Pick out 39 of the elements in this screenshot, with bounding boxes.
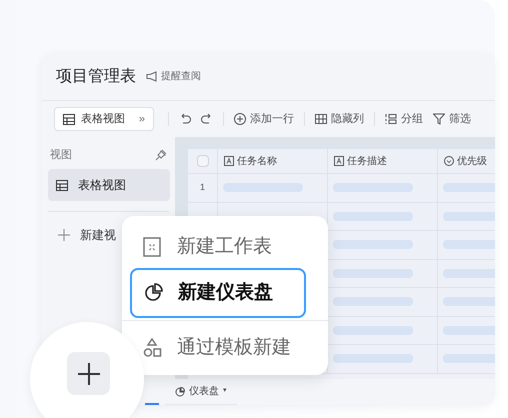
table-icon — [63, 114, 75, 124]
plus-icon — [78, 362, 100, 384]
view-button[interactable]: 表格视图 » — [54, 107, 154, 131]
sheet-icon — [143, 237, 163, 257]
text-field-icon — [334, 156, 344, 166]
menu-item[interactable]: 新建工作表 — [143, 232, 306, 262]
redo-icon[interactable] — [201, 113, 213, 125]
menu-item[interactable]: 通过模板新建 — [143, 333, 306, 363]
table-icon — [56, 180, 68, 190]
group-icon — [385, 113, 397, 125]
filter-icon — [433, 113, 445, 125]
select-all-checkbox[interactable] — [196, 155, 208, 167]
hide-button[interactable]: 隐藏列 — [315, 110, 364, 128]
undo-icon[interactable] — [179, 113, 191, 125]
sidebar-item[interactable]: 表格视图 — [48, 169, 170, 201]
chevron-circle-icon — [444, 156, 454, 166]
column-header[interactable]: 任务名称 — [218, 149, 328, 173]
sidebar-heading: 视图 — [50, 148, 72, 163]
column-header[interactable]: 任务描述 — [328, 149, 438, 173]
pie-chart-icon — [144, 283, 164, 303]
window-title: 项目管理表 — [56, 66, 136, 86]
plus-circle-icon — [234, 113, 246, 125]
text-field-icon — [224, 156, 234, 166]
new-view-link[interactable]: 新建视 — [80, 226, 116, 244]
row-number: 1 — [200, 181, 205, 194]
filter-button[interactable]: 筛选 — [433, 110, 471, 128]
column-header[interactable]: 优先级 — [438, 149, 495, 173]
pin-icon[interactable] — [155, 149, 167, 161]
group-button[interactable]: 分组 — [385, 110, 423, 128]
pie-chart-icon — [175, 386, 185, 396]
add-button[interactable] — [67, 352, 110, 395]
shapes-icon — [143, 338, 163, 358]
columns-icon — [315, 113, 327, 125]
tab-indicator — [145, 403, 159, 405]
megaphone-icon[interactable] — [146, 71, 158, 82]
add-button[interactable]: 添加一行 — [234, 110, 294, 128]
remind-link[interactable]: 提醒查阅 — [161, 69, 201, 84]
menu-item[interactable]: 新建仪表盘 — [130, 268, 306, 318]
plus-icon[interactable] — [58, 229, 70, 241]
